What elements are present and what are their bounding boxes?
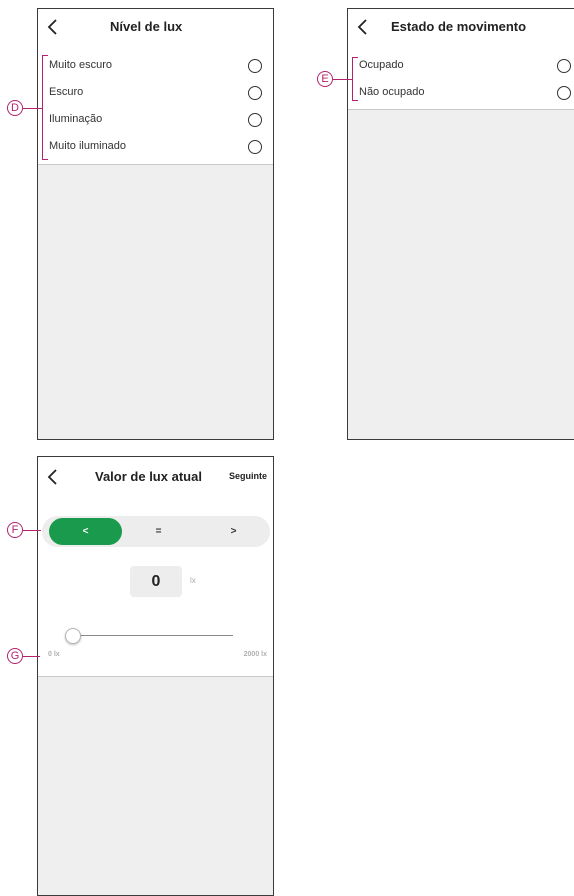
page-title: Valor de lux atual (95, 469, 202, 484)
option-label: Escuro (49, 86, 84, 98)
lux-level-header: Nível de lux (38, 9, 273, 48)
callout-d-marker: D (7, 100, 23, 116)
comparator-less-button[interactable]: < (49, 518, 122, 545)
slider-min-label: 0 lx (48, 651, 60, 658)
option-label: Muito escuro (49, 59, 112, 71)
option-row[interactable]: Não ocupado (348, 75, 574, 103)
lux-level-screen: Nível de lux Muito escuro Escuro Ilumina… (37, 8, 274, 440)
callout-d-line (23, 108, 42, 109)
callout-e-line (333, 79, 352, 80)
callout-e-marker: E (317, 71, 333, 87)
radio-button[interactable] (248, 86, 262, 100)
lux-unit-label: lx (190, 576, 196, 585)
page-title: Estado de movimento (391, 19, 527, 34)
option-label: Muito iluminado (49, 140, 127, 152)
lux-value-field[interactable]: 0 (130, 566, 182, 597)
callout-f-marker: F (7, 522, 23, 538)
option-label: Ocupado (359, 59, 404, 71)
radio-button[interactable] (557, 59, 571, 73)
lux-slider[interactable] (65, 628, 233, 644)
motion-state-options: Ocupado Não ocupado (348, 47, 574, 110)
radio-button[interactable] (248, 140, 262, 154)
lux-value-header: Valor de lux atual Seguinte (38, 457, 273, 501)
callout-f-line (23, 530, 41, 531)
callout-e-bracket (352, 57, 358, 101)
next-button[interactable]: Seguinte (229, 471, 267, 481)
comparator-label: < (82, 526, 89, 537)
callout-g-marker: G (7, 648, 23, 664)
page-title: Nível de lux (110, 19, 183, 34)
lux-value-panel: < = > 0 lx 0 lx 2000 lx (38, 500, 273, 677)
comparator-label: > (230, 526, 237, 537)
option-row[interactable]: Muito iluminado (38, 129, 273, 156)
slider-track (69, 635, 233, 636)
motion-state-screen: Estado de movimento Ocupado Não ocupado (347, 8, 574, 440)
comparator-label: = (155, 526, 162, 537)
callout-d-bracket (42, 55, 48, 160)
back-arrow-icon[interactable] (45, 18, 61, 36)
back-arrow-icon[interactable] (355, 18, 371, 36)
option-row[interactable]: Iluminação (38, 102, 273, 129)
comparator-greater-button[interactable]: > (197, 518, 270, 545)
comparator-equal-button[interactable]: = (122, 518, 195, 545)
comparator-segmented-control: < = > (42, 516, 270, 547)
option-label: Iluminação (49, 113, 103, 125)
option-row[interactable]: Escuro (38, 75, 273, 102)
radio-button[interactable] (248, 113, 262, 127)
option-label: Não ocupado (359, 86, 425, 98)
lux-value-screen: Valor de lux atual Seguinte < = > 0 lx 0… (37, 456, 274, 896)
slider-max-label: 2000 lx (243, 651, 267, 658)
callout-g-line (23, 656, 40, 657)
slider-thumb[interactable] (65, 628, 81, 644)
lux-level-options: Muito escuro Escuro Iluminação Muito ilu… (38, 47, 273, 165)
radio-button[interactable] (557, 86, 571, 100)
motion-state-header: Estado de movimento (348, 9, 574, 48)
option-row[interactable]: Ocupado (348, 47, 574, 75)
radio-button[interactable] (248, 59, 262, 73)
option-row[interactable]: Muito escuro (38, 47, 273, 75)
back-arrow-icon[interactable] (45, 468, 61, 486)
